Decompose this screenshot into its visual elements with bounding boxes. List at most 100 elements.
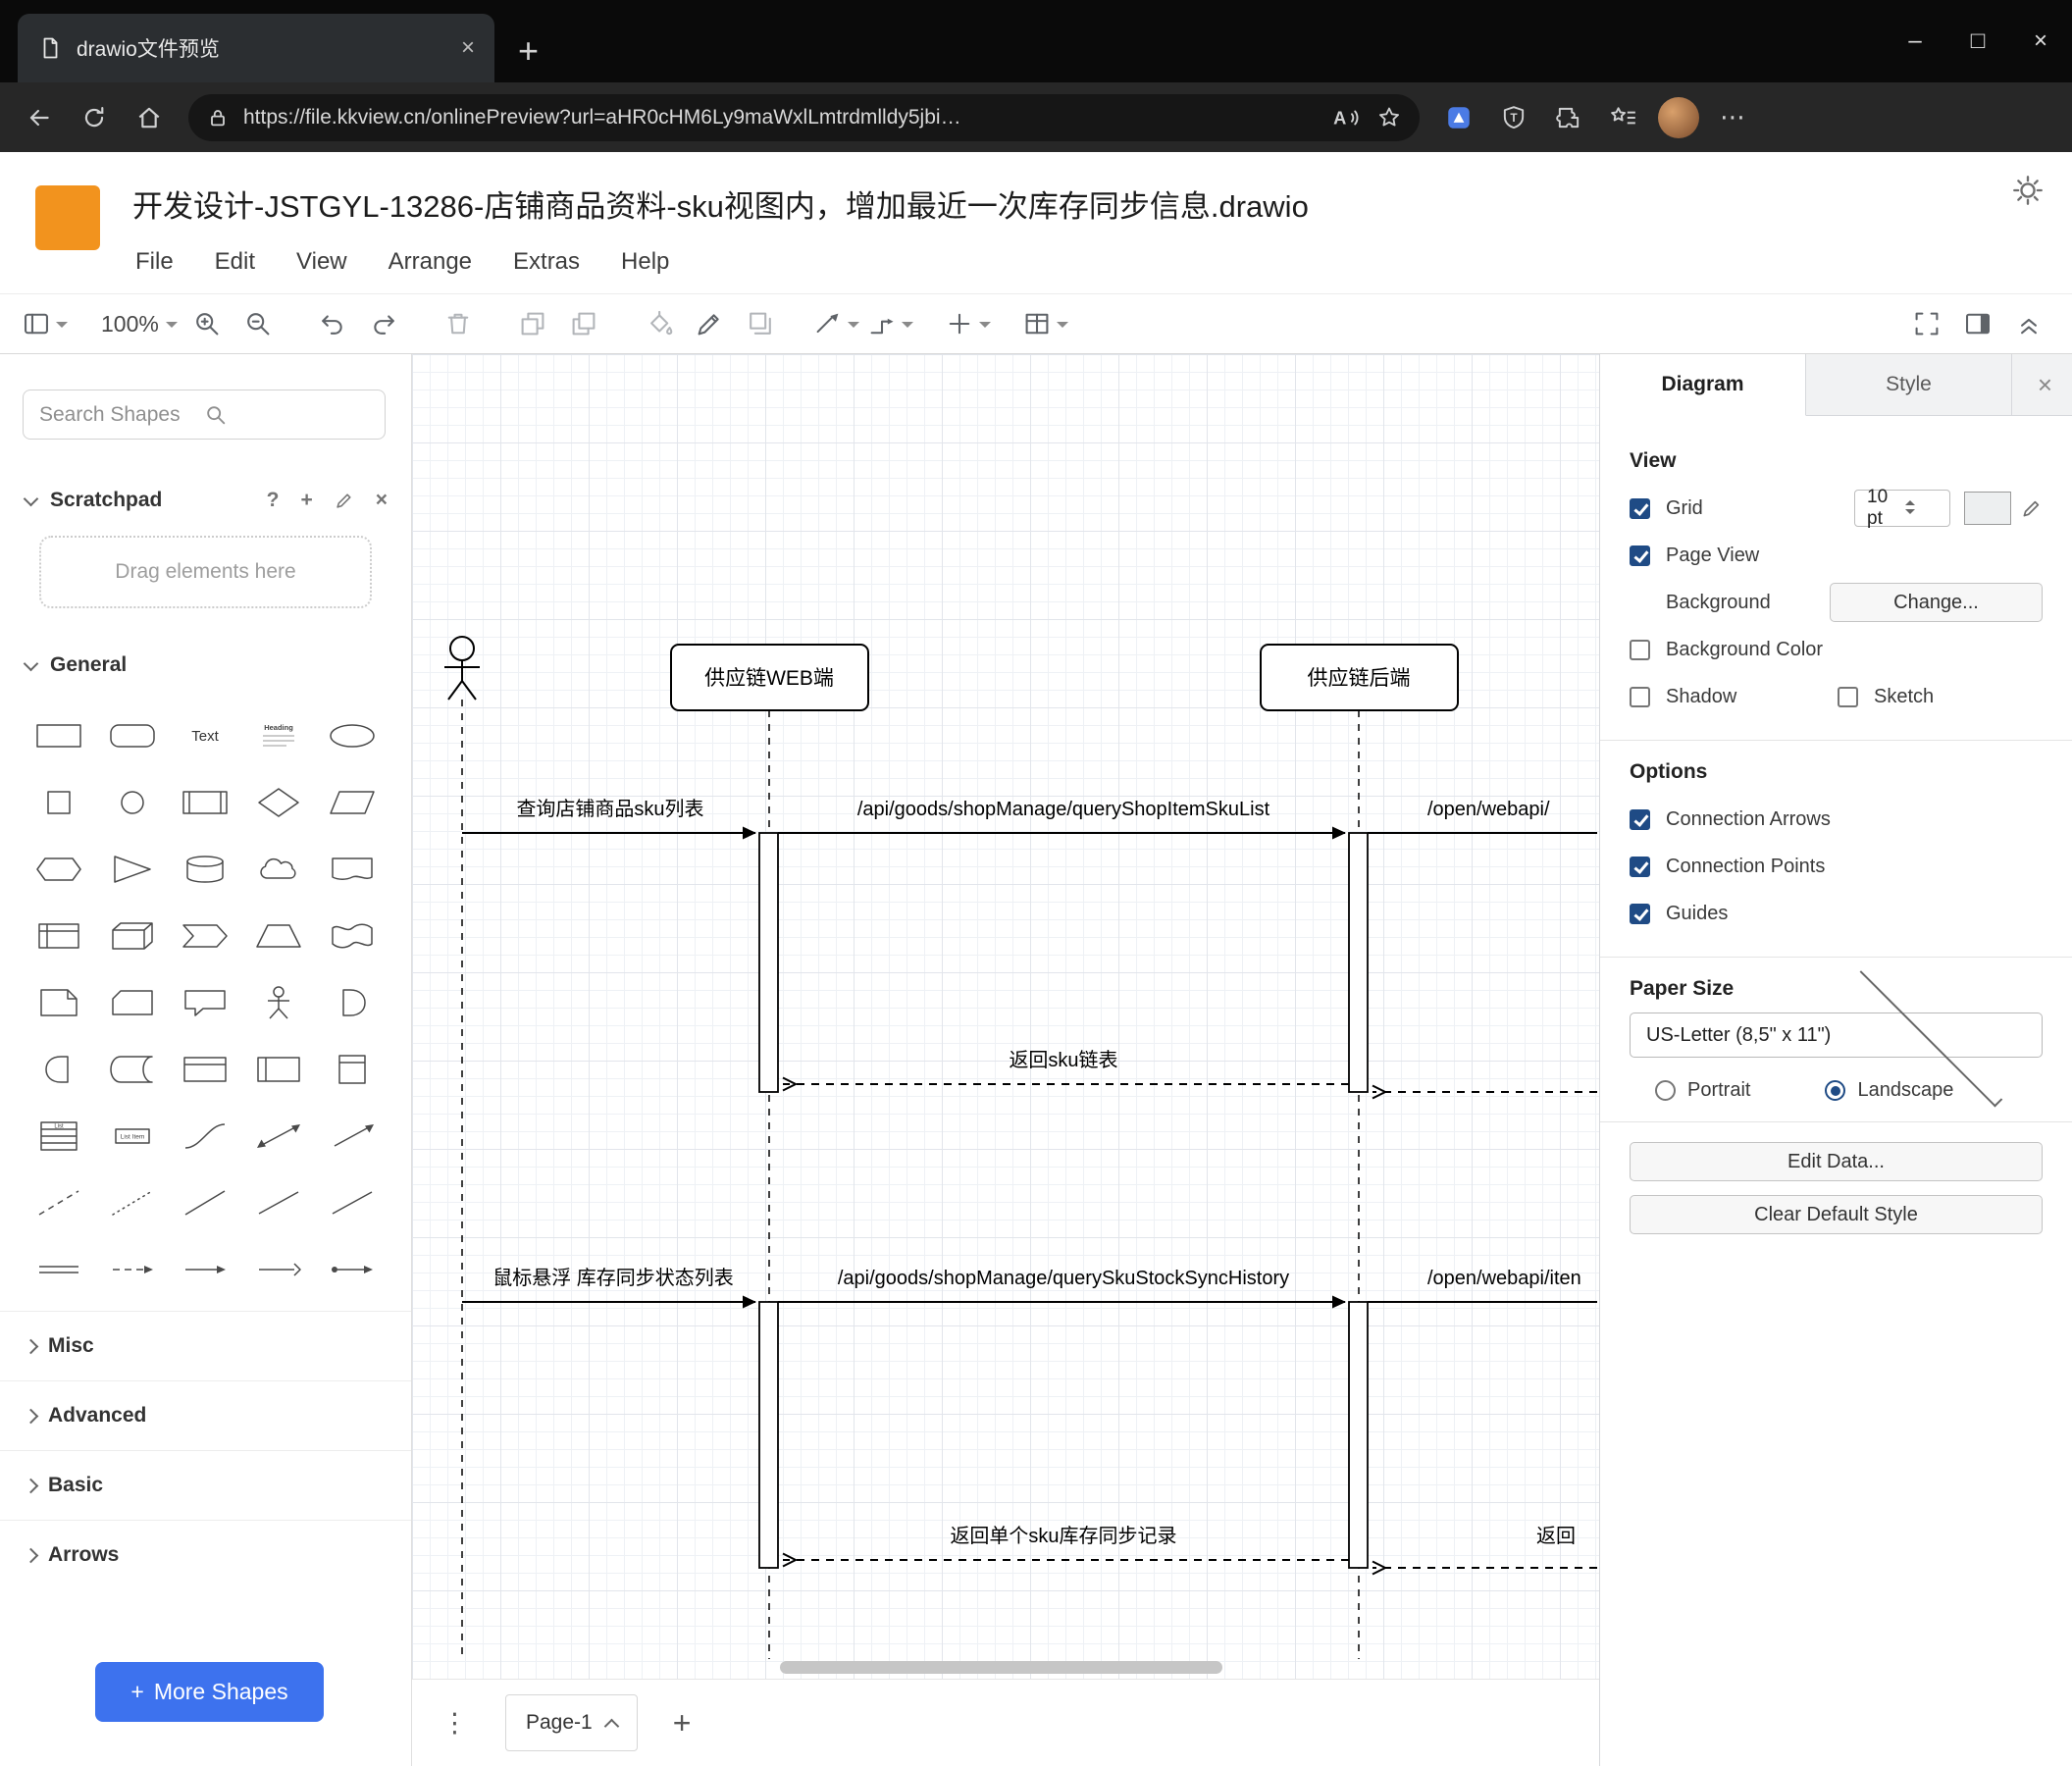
guides-checkbox[interactable] [1630,903,1650,924]
shape-horizontal-container[interactable] [242,1036,316,1103]
shape-diamond[interactable] [242,769,316,836]
shape-actor[interactable] [242,969,316,1036]
connection-arrows-checkbox[interactable] [1630,808,1650,830]
shape-dashed-line[interactable] [23,1169,96,1236]
shape-ellipse[interactable] [315,702,388,769]
grid-color-edit-icon[interactable] [2021,497,2043,519]
insert-button[interactable] [941,301,995,346]
scratchpad-header[interactable]: Scratchpad ? + × [23,489,388,512]
shape-triangle[interactable] [96,836,170,903]
to-back-button[interactable] [558,301,609,346]
home-button[interactable] [126,94,173,141]
favorites-bar-icon[interactable] [1600,94,1647,141]
shape-list[interactable]: List [23,1103,96,1169]
shape-bidirectional-connector[interactable] [242,1169,316,1236]
url-text[interactable]: https://file.kkview.cn/onlinePreview?url… [243,106,1318,130]
diagram-canvas[interactable]: 供应链WEB端 供应链后端 查询店铺商品sku列表 /api/goods/sho… [412,354,1599,1766]
browser-tab[interactable]: drawio文件预览 × [18,14,494,82]
activation-backend-1[interactable] [1348,832,1369,1093]
landscape-radio-group[interactable]: Landscape [1825,1079,1953,1102]
redo-button[interactable] [358,301,409,346]
grid-size-input[interactable]: 10 pt [1854,487,1950,529]
spinner-icon[interactable] [1905,498,1943,519]
portrait-radio[interactable] [1655,1080,1676,1101]
shape-list-item[interactable]: List Item [96,1103,170,1169]
shape-simple-arrow[interactable] [242,1236,316,1303]
edit-data-button[interactable]: Edit Data... [1630,1142,2043,1181]
read-aloud-icon[interactable]: A [1331,104,1359,131]
undo-button[interactable] [307,301,358,346]
shape-link[interactable] [23,1236,96,1303]
new-tab-button[interactable]: + [518,33,539,69]
section-general[interactable]: General [23,653,388,677]
activation-web-2[interactable] [758,1301,779,1569]
shape-text[interactable]: Text [169,702,242,769]
shadow-checkbox[interactable] [1630,686,1650,707]
clear-default-style-button[interactable]: Clear Default Style [1630,1195,2043,1234]
paper-size-select[interactable]: US-Letter (8,5" x 11") [1630,963,2043,1107]
scratchpad-dropzone[interactable]: Drag elements here [39,536,372,608]
shape-edge[interactable] [169,1236,242,1303]
participant-web[interactable]: 供应链WEB端 [670,644,869,711]
horizontal-scrollbar[interactable] [780,1661,1222,1674]
shape-data-storage[interactable] [96,1036,170,1103]
menu-help[interactable]: Help [621,248,669,276]
scratchpad-close-icon[interactable]: × [376,489,388,512]
shape-textbox[interactable]: Heading [242,702,316,769]
shape-container[interactable] [169,1036,242,1103]
panel-close-icon[interactable]: × [2038,370,2052,400]
shape-rounded-rectangle[interactable] [96,702,170,769]
shape-process[interactable] [169,769,242,836]
view-button[interactable] [18,301,72,346]
page-tab[interactable]: Page-1 [505,1694,638,1751]
activation-web-1[interactable] [758,832,779,1093]
sketch-checkbox[interactable] [1838,686,1858,707]
shape-cube[interactable] [96,903,170,969]
favorite-star-icon[interactable] [1376,105,1402,130]
more-shapes-button[interactable]: + More Shapes [95,1662,324,1722]
back-button[interactable] [16,94,63,141]
grid-checkbox[interactable] [1630,497,1650,519]
shape-directional-connector[interactable] [315,1169,388,1236]
table-button[interactable] [1018,301,1072,346]
tab-style[interactable]: Style [1806,354,2012,415]
shape-rectangle[interactable] [23,702,96,769]
scratchpad-edit-icon[interactable] [335,491,354,510]
shape-vertical-container[interactable] [315,1036,388,1103]
close-button[interactable]: × [2009,0,2072,82]
theme-toggle-icon[interactable] [2011,174,2045,207]
portrait-radio-group[interactable]: Portrait [1655,1079,1750,1102]
shape-internal-storage[interactable] [23,903,96,969]
add-page-button[interactable]: + [673,1705,692,1741]
waypoints-button[interactable] [863,301,917,346]
shape-step[interactable] [169,903,242,969]
shape-card[interactable] [96,969,170,1036]
shape-dashed-edge[interactable] [96,1236,170,1303]
menu-extras[interactable]: Extras [513,248,580,276]
shape-tape[interactable] [315,903,388,969]
actor-figure[interactable] [444,636,480,701]
section-arrows[interactable]: Arrows [0,1520,411,1589]
background-color-checkbox[interactable] [1630,639,1650,660]
menu-file[interactable]: File [135,248,174,276]
shape-document[interactable] [315,836,388,903]
maximize-button[interactable]: □ [1946,0,2009,82]
blue-extension-icon[interactable] [1435,94,1482,141]
shape-parallelogram[interactable] [315,769,388,836]
delete-button[interactable] [433,301,484,346]
grid-color-swatch[interactable] [1964,492,2011,525]
shape-search-box[interactable]: Search Shapes [23,390,386,440]
connection-points-checkbox[interactable] [1630,856,1650,877]
section-basic[interactable]: Basic [0,1450,411,1520]
extensions-puzzle-icon[interactable] [1545,94,1592,141]
shape-note[interactable] [23,969,96,1036]
shape-trapezoid[interactable] [242,903,316,969]
shape-curve[interactable] [169,1103,242,1169]
activation-backend-2[interactable] [1348,1301,1369,1569]
menu-edit[interactable]: Edit [215,248,255,276]
shape-arrow[interactable] [315,1103,388,1169]
to-front-button[interactable] [507,301,558,346]
shape-hexagon[interactable] [23,836,96,903]
format-panel-button[interactable] [1952,301,2003,346]
fullscreen-button[interactable] [1901,301,1952,346]
